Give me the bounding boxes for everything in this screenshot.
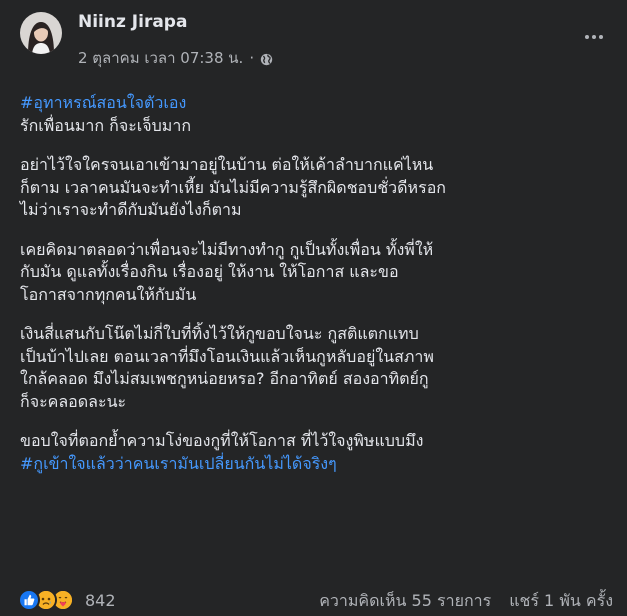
post-text: โอกาสจากทุกคนให้กับมัน <box>20 284 197 304</box>
post-text: กับมัน ดูแลทั้งเรื่องกิน เรื่องอยู่ ให้ง… <box>20 262 399 281</box>
post-paragraph-5: ขอบใจที่ตอกย้ำความโง่ของกูที่ให้โอกาส ที… <box>20 430 620 475</box>
hashtag-link[interactable]: #กูเข้าใจแล้วว่าคนเรามันเปลี่ยนกันไม่ได้… <box>20 454 337 473</box>
author-name[interactable]: Niinz Jirapa <box>78 12 187 32</box>
post-timestamp[interactable]: 2 ตุลาคม เวลา 07:38 น. <box>78 46 243 70</box>
post-text: ก็จะคลอดละนะ <box>20 391 127 411</box>
like-icon <box>18 589 40 611</box>
post-paragraph-2: อย่าไว้ใจใครจนเอาเข้ามาอยู่ในบ้าน ต่อให้… <box>20 154 620 222</box>
comments-count-link[interactable]: ความคิดเห็น 55 รายการ <box>319 589 491 614</box>
facebook-post: Niinz Jirapa 2 ตุลาคม เวลา 07:38 น. · #อ… <box>0 0 627 616</box>
engagement-stats: ความคิดเห็น 55 รายการ แชร์ 1 พัน ครั้ง <box>319 589 613 614</box>
post-meta: 2 ตุลาคม เวลา 07:38 น. · <box>78 46 273 70</box>
post-text: เคยคิดมาตลอดว่าเพื่อนจะไม่มีทางทำกู กูเป… <box>20 239 434 259</box>
post-footer: 842 ความคิดเห็น 55 รายการ แชร์ 1 พัน ครั… <box>18 589 613 615</box>
post-header: Niinz Jirapa 2 ตุลาคม เวลา 07:38 น. · <box>16 12 611 72</box>
avatar[interactable] <box>20 12 62 54</box>
more-options-button[interactable] <box>579 22 609 52</box>
meta-separator: · <box>249 49 255 67</box>
post-text: ขอบใจที่ตอกย้ำความโง่ของกูที่ให้โอกาส ที… <box>20 431 424 450</box>
post-paragraph-1: #อุทาหรณ์สอนใจตัวเอง รักเพื่อนมาก ก็จะเจ… <box>20 92 620 137</box>
post-text: อย่าไว้ใจใครจนเอาเข้ามาอยู่ในบ้าน ต่อให้… <box>20 155 434 174</box>
post-body: #อุทาหรณ์สอนใจตัวเอง รักเพื่อนมาก ก็จะเจ… <box>20 92 620 492</box>
post-text: ก็ตาม เวลาคนมันจะทำเหี้ย มันไม่มีความรู้… <box>20 177 446 197</box>
post-text: ใกล้คลอด มึงไม่สมเพชกูหน่อยหรอ? อีกอาทิต… <box>20 369 429 388</box>
post-text: รักเพื่อนมาก ก็จะเจ็บมาก <box>20 115 192 135</box>
post-paragraph-4: เงินสี่แสนกับโน๊ตไม่กี่ใบที่ทิ้งไว้ให้กู… <box>20 323 620 413</box>
reaction-summary[interactable]: 842 <box>18 589 116 611</box>
reaction-count[interactable]: 842 <box>85 591 116 610</box>
post-paragraph-3: เคยคิดมาตลอดว่าเพื่อนจะไม่มีทางทำกู กูเป… <box>20 239 620 307</box>
more-dots-icon <box>585 35 589 39</box>
hashtag-link[interactable]: #อุทาหรณ์สอนใจตัวเอง <box>20 93 186 112</box>
shares-count-link[interactable]: แชร์ 1 พัน ครั้ง <box>509 589 613 614</box>
post-text: เงินสี่แสนกับโน๊ตไม่กี่ใบที่ทิ้งไว้ให้กู… <box>20 324 419 343</box>
post-text: เป็นบ้าไปเลย ตอนเวลาที่มึงโอนเงินแล้วเห็… <box>20 346 434 366</box>
post-text: ไม่ว่าเราจะทำดีกับมันยังไงก็ตาม <box>20 200 242 219</box>
globe-icon[interactable] <box>260 52 273 65</box>
